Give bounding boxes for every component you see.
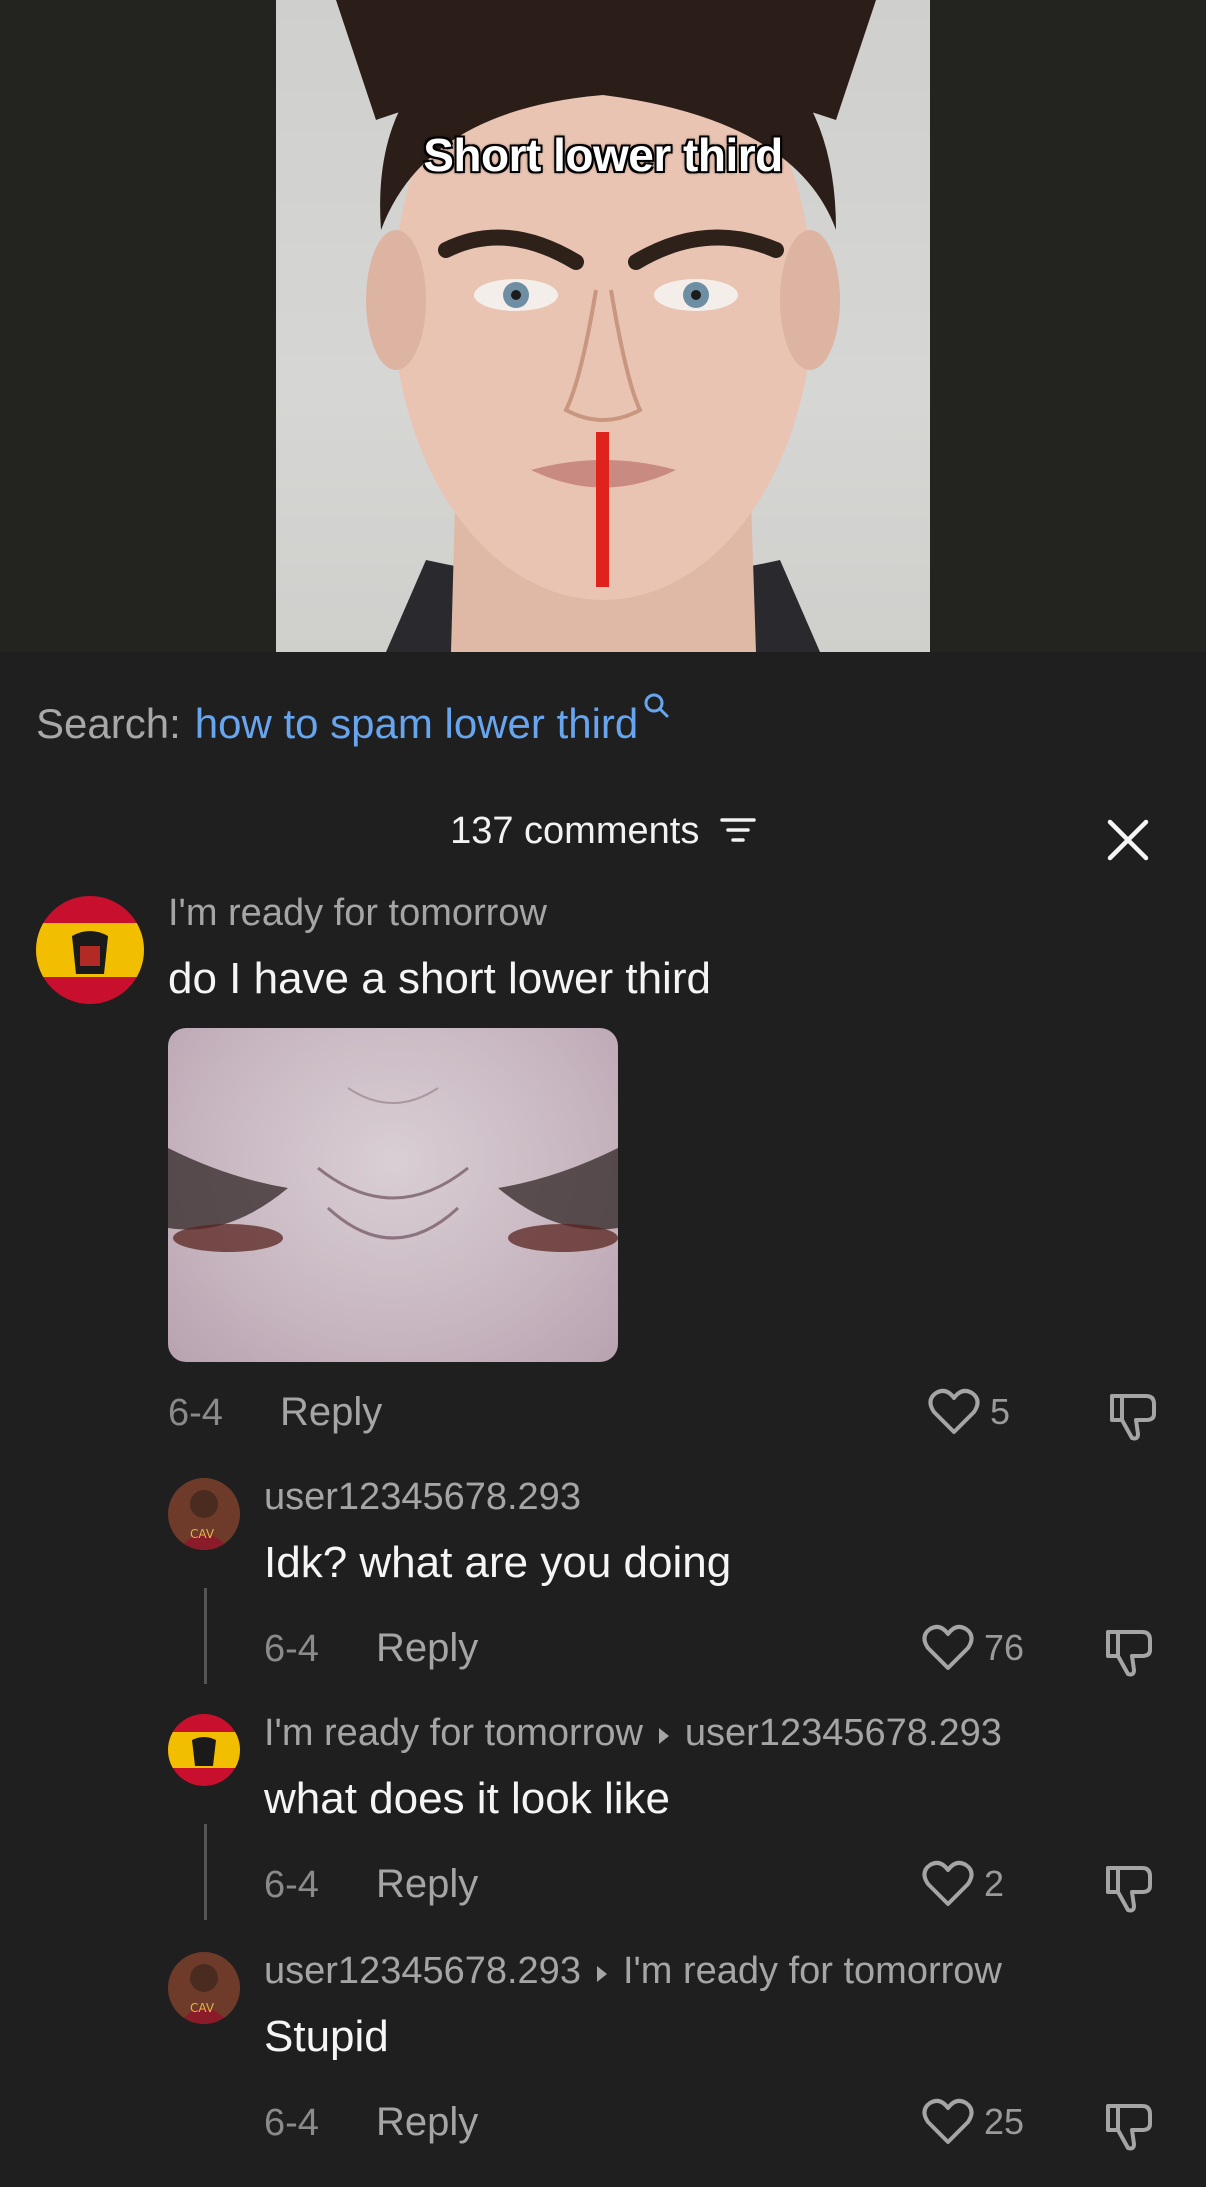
comment-author[interactable]: user12345678.293: [264, 1950, 581, 1992]
heart-icon: [922, 1624, 974, 1670]
filter-icon[interactable]: [720, 811, 756, 854]
thread-line: [204, 1588, 207, 1684]
triangle-right-icon: [657, 1713, 671, 1756]
svg-text:CAV: CAV: [190, 1527, 215, 1541]
dislike-icon[interactable]: [1102, 1862, 1154, 1919]
comment-date: 6-4: [168, 1392, 223, 1434]
comment-date: 6-4: [264, 1864, 319, 1906]
video-face-illustration: [336, 0, 876, 652]
search-icon: [642, 682, 670, 730]
comment-date: 6-4: [264, 2102, 319, 2144]
like-button[interactable]: 25: [922, 2098, 1024, 2146]
dislike-icon[interactable]: [1102, 2100, 1154, 2157]
comment-author[interactable]: user12345678.293: [264, 1476, 581, 1519]
comment-author[interactable]: I'm ready for tomorrow: [264, 1712, 643, 1754]
comments-count: 137 comments: [450, 810, 700, 852]
like-count: 2: [984, 1863, 1005, 1904]
svg-text:CAV: CAV: [190, 2001, 215, 2015]
reply-button[interactable]: Reply: [376, 1626, 478, 1671]
comment-text: Stupid: [264, 2012, 389, 2061]
video-overlay-text: Short lower third: [423, 129, 783, 181]
like-count: 76: [984, 1627, 1025, 1668]
comment-text: Idk? what are you doing: [264, 1538, 732, 1587]
comment-author-with-reply: I'm ready for tomorrow user12345678.293: [264, 1712, 1002, 1756]
avatar[interactable]: CAV: [168, 1478, 240, 1550]
like-count: 25: [984, 2101, 1025, 2142]
search-suggestion[interactable]: Search: how to spam lower third: [36, 693, 670, 748]
comment-text: what does it look like: [264, 1774, 670, 1823]
reply-button[interactable]: Reply: [280, 1390, 382, 1435]
like-count: 5: [990, 1391, 1011, 1432]
avatar[interactable]: CAV: [168, 1952, 240, 2024]
dislike-icon[interactable]: [1106, 1390, 1158, 1447]
avatar[interactable]: [36, 896, 144, 1004]
reply-button[interactable]: Reply: [376, 2100, 478, 2145]
heart-icon: [928, 1388, 980, 1434]
video-frame[interactable]: Short lower third: [276, 0, 930, 652]
avatar[interactable]: [168, 1714, 240, 1786]
comment-image[interactable]: [168, 1028, 618, 1362]
comment-author-with-reply: user12345678.293 I'm ready for tomorrow: [264, 1950, 1002, 1994]
comment-text: do I have a short lower third: [168, 954, 711, 1003]
reply-to-user[interactable]: I'm ready for tomorrow: [623, 1950, 1002, 1992]
like-button[interactable]: 76: [922, 1624, 1024, 1672]
video-area[interactable]: Short lower third: [0, 0, 1206, 652]
triangle-right-icon: [595, 1951, 609, 1994]
close-icon[interactable]: [1106, 818, 1150, 862]
dislike-icon[interactable]: [1102, 1626, 1154, 1683]
like-button[interactable]: 2: [922, 1860, 1004, 1908]
search-label: Search:: [36, 700, 181, 747]
comments-header: 137 comments: [0, 810, 1206, 854]
comments-sheet: Search: how to spam lower third 137 comm…: [0, 652, 1206, 2187]
comment-date: 6-4: [264, 1628, 319, 1670]
thread-line: [204, 1824, 207, 1920]
heart-icon: [922, 2098, 974, 2144]
comment-author[interactable]: I'm ready for tomorrow: [168, 892, 547, 935]
like-button[interactable]: 5: [928, 1388, 1010, 1436]
heart-icon: [922, 1860, 974, 1906]
search-term-link[interactable]: how to spam lower third: [195, 700, 639, 748]
reply-button[interactable]: Reply: [376, 1862, 478, 1907]
reply-to-user[interactable]: user12345678.293: [685, 1712, 1002, 1754]
